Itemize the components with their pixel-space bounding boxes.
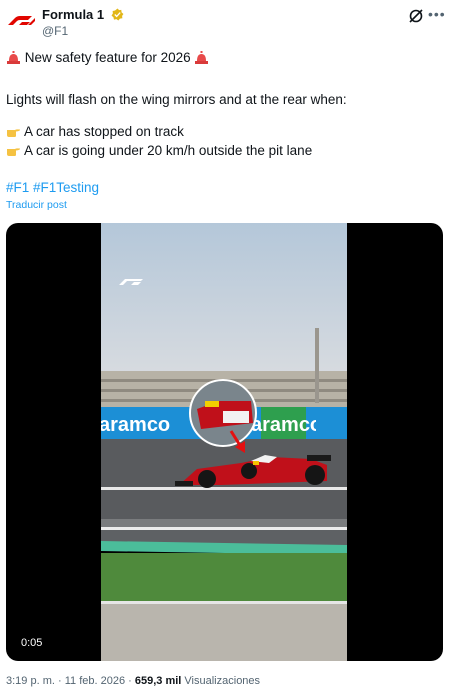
post-date[interactable]: 11 feb. 2026 (65, 675, 125, 687)
post-time[interactable]: 3:19 p. m. (6, 675, 55, 687)
account-name-row[interactable]: Formula 1 (42, 7, 124, 22)
more-options-icon[interactable]: ••• (428, 6, 446, 22)
aramco-ad-text: aramco (101, 414, 170, 436)
translate-post-link[interactable]: Traducir post (6, 199, 67, 211)
account-handle[interactable]: @F1 (42, 24, 68, 38)
hashtags-link[interactable]: #F1 #F1Testing (6, 180, 99, 195)
account-name[interactable]: Formula 1 (42, 7, 104, 22)
f1-logo-icon[interactable] (6, 10, 36, 32)
post-line-4-text: A car is going under 20 km/h outside the… (24, 143, 313, 158)
post-line-4: A car is going under 20 km/h outside the… (6, 143, 312, 158)
separator-dot: · (128, 675, 135, 687)
pointing-hand-emoji-icon (7, 129, 21, 137)
video-frame[interactable]: aramco aramco (101, 223, 347, 661)
post-metadata: 3:19 p. m. · 11 feb. 2026 · 659,3 mil Vi… (6, 675, 260, 687)
grok-icon[interactable] (408, 8, 424, 24)
separator-dot: · (57, 675, 65, 687)
views-label: Visualizaciones (184, 675, 261, 687)
post-header: Formula 1 @F1 ••• (0, 0, 450, 44)
post-line-3-text: A car has stopped on track (24, 124, 184, 139)
views-count: 659,3 mil (134, 675, 182, 687)
siren-emoji-icon (195, 51, 209, 64)
post-line-1-text: New safety feature for 2026 (24, 50, 191, 65)
post-line-1: New safety feature for 2026 (6, 50, 209, 65)
video-player[interactable]: aramco aramco 0:05 (6, 223, 443, 661)
pointing-hand-emoji-icon (7, 148, 21, 156)
aramco-ad-text: aramco (251, 414, 322, 436)
post-line-2: Lights will flash on the wing mirrors an… (6, 92, 347, 107)
verified-badge-icon (111, 8, 124, 21)
siren-emoji-icon (7, 51, 20, 64)
video-timecode: 0:05 (21, 637, 43, 649)
post-line-3: A car has stopped on track (6, 124, 184, 139)
